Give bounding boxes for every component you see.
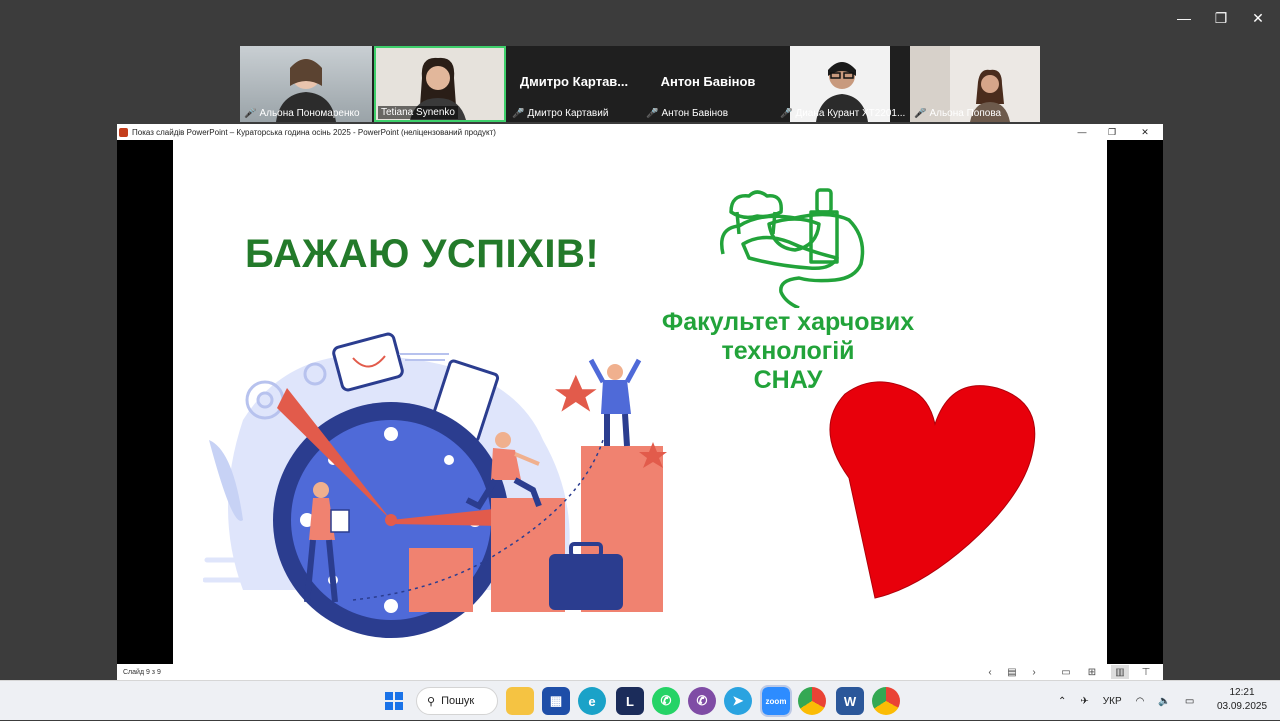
search-label: Пошук (441, 695, 475, 707)
participant-strip: 🎤 Альона Пономаренко Tetiana Synenko Дмит… (240, 46, 1040, 122)
participant-tile[interactable]: 🎤 Альона Попова (910, 46, 1040, 122)
participant-name: 🎤 Альона Попова (914, 108, 1002, 119)
participant-display-name: Антон Бавінов (660, 74, 756, 89)
clock-time: 12:21 (1229, 687, 1255, 698)
close-button[interactable]: ✕ (1240, 8, 1276, 28)
volume-icon[interactable]: 🔈 (1158, 696, 1170, 707)
normal-view-icon[interactable]: ▭ (1057, 665, 1075, 679)
whatsapp-icon[interactable]: ✆ (652, 687, 680, 715)
participant-name: 🎤 Дмитро Картавий (512, 108, 609, 119)
clock-date: 03.09.2025 (1216, 701, 1268, 712)
faculty-line: технологій (721, 337, 855, 365)
participant-name: 🎤 Антон Бавінов (646, 108, 729, 119)
participant-display-name: Дмитро Картав... (519, 74, 629, 89)
start-button[interactable] (380, 687, 408, 715)
chrome-profile-icon[interactable] (872, 687, 900, 715)
participant-tile-active[interactable]: Tetiana Synenko (374, 46, 506, 122)
chrome-icon[interactable] (798, 687, 826, 715)
heart-icon (829, 381, 1036, 599)
telegram-icon[interactable]: ➤ (724, 687, 752, 715)
system-tray: ⌃ ✈ УКР ◠ 🔈 ▭ (1058, 681, 1194, 721)
chevron-up-icon[interactable]: ⌃ (1058, 696, 1066, 707)
participant-name: Tetiana Synenko (378, 106, 502, 119)
participant-name: 🎤 Альона Пономаренко (244, 108, 360, 119)
powerpoint-icon (119, 127, 128, 137)
participant-name: 🎤 Диана Курант ХТ2201... (780, 108, 906, 119)
slideshow-titlebar: Показ слайдів PowerPoint – Кураторська г… (117, 124, 1163, 140)
muted-mic-icon: 🎤 (646, 108, 659, 119)
slide[interactable]: БАЖАЮ УСПІХІВ! Факультет харчових технол… (173, 140, 1107, 664)
edge-icon[interactable]: e (578, 687, 606, 715)
participant-tile[interactable]: Антон Бавінов 🎤 Антон Бавінов (642, 46, 774, 122)
slideshow-view-icon[interactable]: ⊤ (1137, 665, 1155, 679)
restore-button[interactable]: ❐ (1102, 124, 1122, 140)
slide-menu-button[interactable]: ▤ (1003, 665, 1021, 679)
location-icon[interactable]: ✈ (1080, 696, 1088, 707)
windows-icon (385, 692, 403, 710)
next-slide-button[interactable]: › (1025, 665, 1043, 679)
viber-icon[interactable]: ✆ (688, 687, 716, 715)
minimize-button[interactable]: — (1166, 8, 1202, 28)
muted-mic-icon: 🎤 (914, 108, 927, 119)
language-indicator[interactable]: УКР (1103, 696, 1122, 707)
zoom-icon[interactable]: zoom (760, 685, 792, 717)
participant-tile[interactable]: 🎤 Альона Пономаренко (240, 46, 372, 122)
search-icon: ⚲ (427, 695, 436, 708)
close-button[interactable]: ✕ (1135, 124, 1155, 140)
file-explorer-icon[interactable] (506, 687, 534, 715)
taskbar: ⚲ Пошук ▦ e L ✆ ✆ ➤ zoom W ⌃ ✈ УКР ◠ 🔈 ▭… (0, 680, 1280, 720)
slide-headline: БАЖАЮ УСПІХІВ! (245, 232, 600, 276)
reading-view-icon[interactable]: ▥ (1111, 665, 1129, 679)
maximize-button[interactable]: ❐ (1203, 8, 1239, 28)
word-icon[interactable]: W (836, 687, 864, 715)
muted-mic-icon: 🎤 (244, 108, 257, 119)
clock[interactable]: 12:21 03.09.2025 (1212, 686, 1272, 714)
window-title: Показ слайдів PowerPoint – Кураторська г… (132, 127, 496, 137)
microsoft-store-icon[interactable]: ▦ (542, 687, 570, 715)
wifi-icon[interactable]: ◠ (1136, 696, 1145, 707)
slide-counter: Слайд 9 з 9 (123, 668, 161, 676)
faculty-line: Факультет харчових (661, 308, 915, 336)
powerpoint-slideshow-window[interactable]: Показ слайдів PowerPoint – Кураторська г… (117, 124, 1163, 680)
participant-tile[interactable]: Дмитро Картав... 🎤 Дмитро Картавий (508, 46, 640, 122)
success-illustration (203, 332, 667, 638)
minimize-button[interactable]: — (1072, 124, 1092, 140)
battery-icon[interactable]: ▭ (1185, 696, 1194, 707)
muted-mic-icon: 🎤 (780, 108, 793, 119)
lingvo-icon[interactable]: L (616, 687, 644, 715)
muted-mic-icon: 🎤 (512, 108, 525, 119)
slide-sorter-icon[interactable]: ⊞ (1083, 665, 1101, 679)
status-bar: Слайд 9 з 9 ‹ ▤ › ▭ ⊞ ▥ ⊤ (117, 664, 1163, 680)
faculty-logo (720, 188, 865, 308)
previous-slide-button[interactable]: ‹ (981, 665, 999, 679)
search-box[interactable]: ⚲ Пошук (416, 687, 498, 715)
participant-tile[interactable]: 🎤 Диана Курант ХТ2201... (776, 46, 908, 122)
